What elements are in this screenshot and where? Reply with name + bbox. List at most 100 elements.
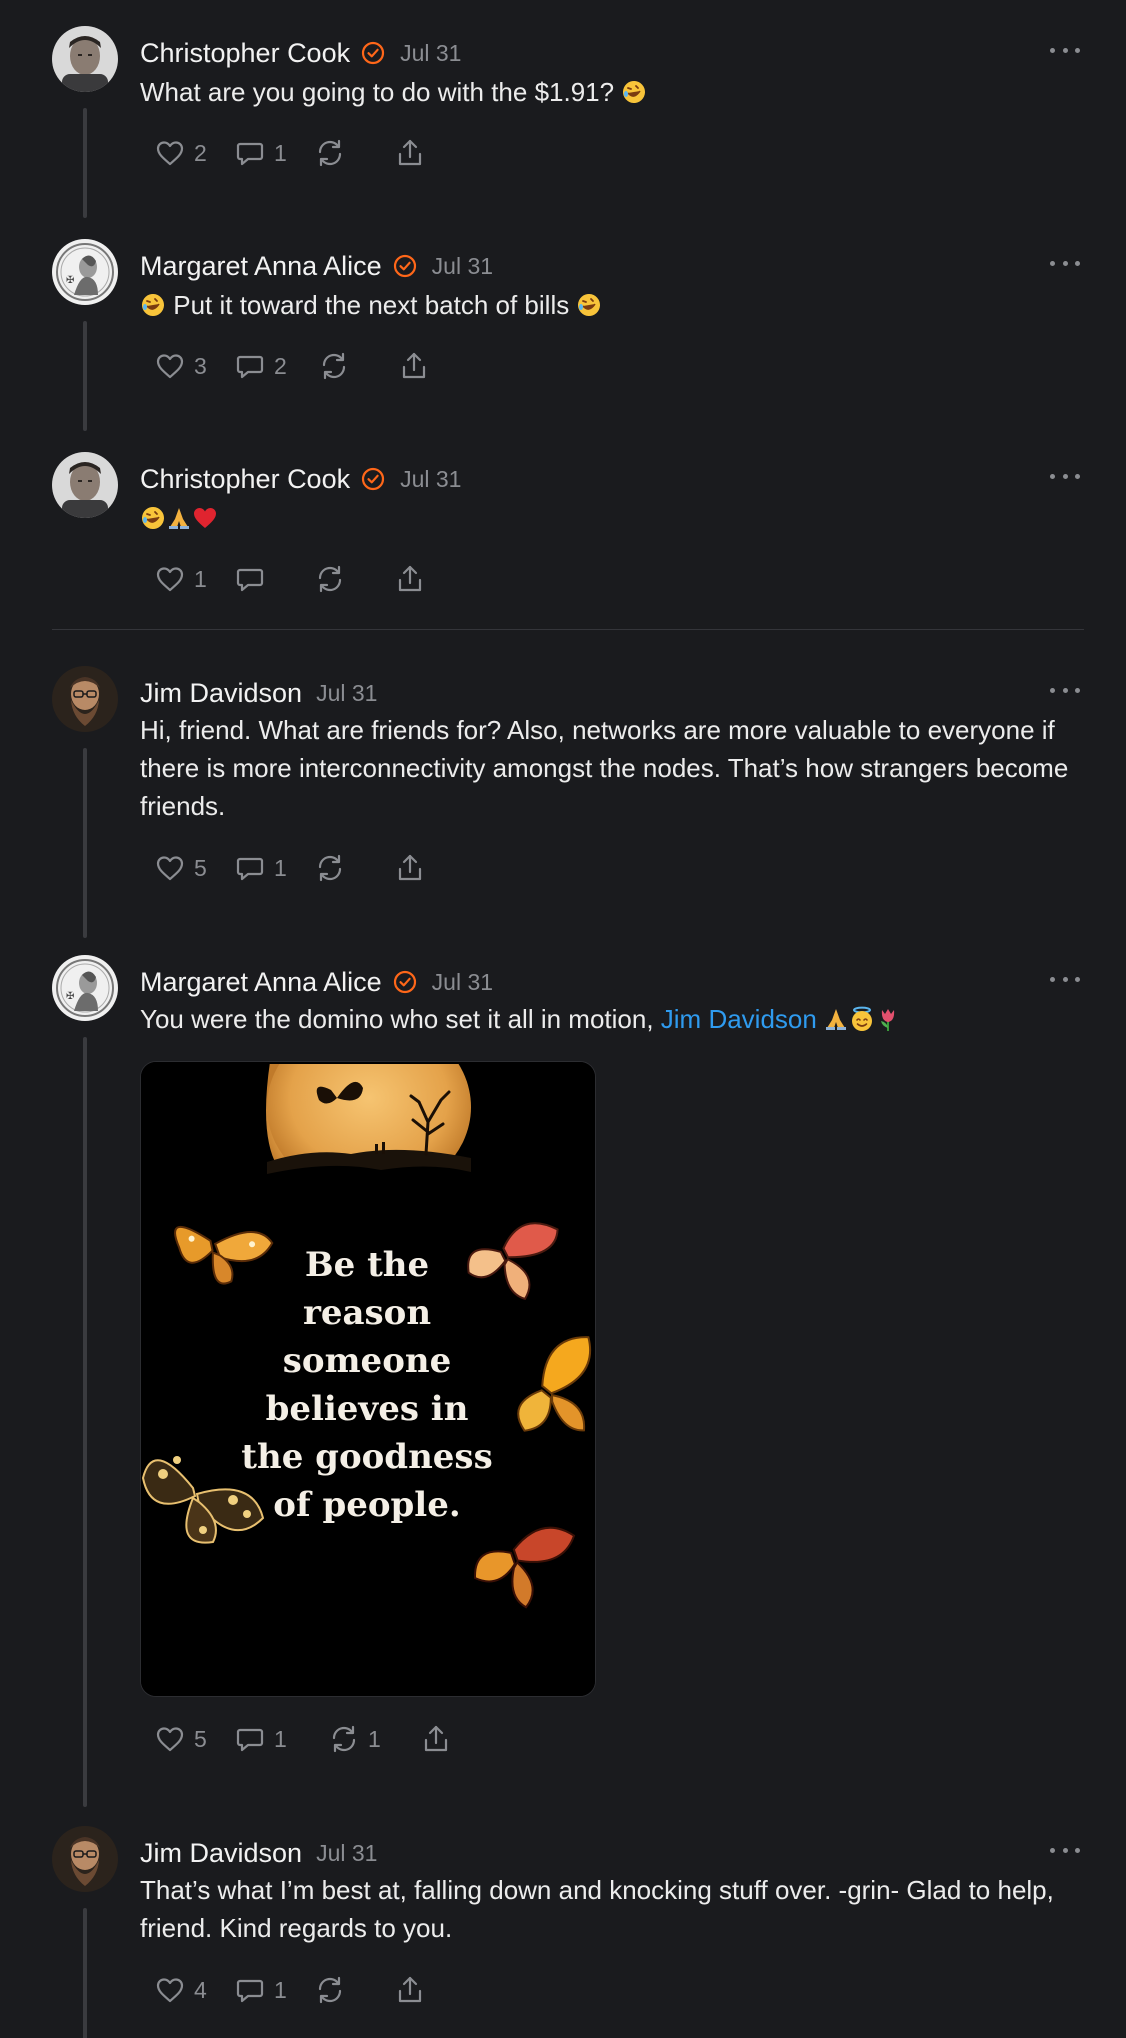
heart-icon [156, 567, 184, 592]
thread-line [83, 1037, 87, 1807]
share-button[interactable] [394, 1974, 426, 2006]
reply-button[interactable]: 1 [234, 1723, 328, 1755]
avatar-margaret-anna-alice[interactable]: ✠ [52, 955, 118, 1021]
reply-button[interactable]: 1 [234, 852, 314, 884]
heart-icon [156, 354, 184, 379]
comment-date[interactable]: Jul 31 [432, 253, 493, 280]
comment-header: Jim Davidson Jul 31 [140, 1836, 377, 1870]
restack-button[interactable] [314, 563, 394, 595]
author-name[interactable]: Margaret Anna Alice [140, 251, 382, 282]
verified-check-icon [361, 467, 385, 491]
share-icon [398, 139, 422, 166]
comment-bubble-icon [236, 1979, 264, 2003]
comment-date[interactable]: Jul 31 [316, 1840, 377, 1867]
restack-icon [318, 1976, 342, 2004]
tulip-emoji-icon [875, 1006, 901, 1032]
comment-date[interactable]: Jul 31 [400, 466, 461, 493]
like-button[interactable]: 5 [154, 1723, 234, 1755]
comment-actions: 5 1 1 [154, 1719, 452, 1759]
like-button[interactable]: 4 [154, 1974, 234, 2006]
more-options-icon[interactable] [1050, 470, 1080, 482]
user-mention-link[interactable]: Jim Davidson [661, 1004, 817, 1034]
restack-button[interactable] [314, 137, 394, 169]
comment-text: What are you going to do with the $1.91? [140, 77, 622, 107]
share-button[interactable] [394, 137, 426, 169]
comment-body: That’s what I’m best at, falling down an… [140, 1871, 1080, 1947]
comment-header: Jim Davidson Jul 31 [140, 676, 377, 710]
share-button[interactable] [394, 852, 426, 884]
avatar-christopher-cook[interactable] [52, 452, 118, 518]
share-button[interactable] [420, 1723, 452, 1755]
more-options-icon[interactable] [1050, 1844, 1080, 1856]
comment-date[interactable]: Jul 31 [432, 969, 493, 996]
reply-count: 1 [274, 139, 287, 166]
avatar-jim-davidson[interactable] [52, 1826, 118, 1892]
author-name[interactable]: Jim Davidson [140, 678, 302, 709]
comment-bubble-icon [236, 355, 264, 379]
restack-button[interactable]: 1 [328, 1723, 420, 1755]
quote-line: reason [303, 1293, 431, 1333]
like-button[interactable]: 2 [154, 137, 234, 169]
comment-body: What are you going to do with the $1.91? [140, 73, 1080, 111]
comment-bubble-icon [236, 568, 264, 592]
reply-count: 1 [274, 1725, 287, 1752]
avatar-jim-davidson[interactable] [52, 666, 118, 732]
comment-bubble-icon [236, 857, 264, 881]
more-options-icon[interactable] [1050, 44, 1080, 56]
comment-date[interactable]: Jul 31 [316, 680, 377, 707]
folded-hands-emoji-icon [166, 505, 192, 531]
quote-image[interactable]: Be the reason someone believes in the go… [140, 1061, 596, 1697]
quote-line: the goodness [241, 1437, 492, 1477]
share-button[interactable] [394, 563, 426, 595]
reply-count: 1 [274, 854, 287, 881]
reply-button[interactable]: 2 [234, 350, 318, 382]
more-options-icon[interactable] [1050, 257, 1080, 269]
avatar-christopher-cook[interactable] [52, 26, 118, 92]
like-button[interactable]: 3 [154, 350, 234, 382]
like-button[interactable]: 5 [154, 852, 234, 884]
share-button[interactable] [398, 350, 430, 382]
comment-text: Hi, friend. What are friends for? Also, … [140, 715, 1069, 821]
halo-face-emoji-icon [849, 1006, 875, 1032]
like-button[interactable]: 1 [154, 563, 234, 595]
comment-header: Margaret Anna Alice Jul 31 [140, 249, 493, 283]
rofl-emoji-icon [576, 292, 602, 318]
restack-button[interactable] [318, 350, 398, 382]
like-count: 1 [194, 565, 207, 592]
more-options-icon[interactable] [1050, 973, 1080, 985]
author-name[interactable]: Christopher Cook [140, 464, 350, 495]
restack-icon [318, 565, 342, 593]
rofl-emoji-icon [621, 79, 647, 105]
reply-button[interactable] [234, 563, 314, 595]
restack-icon [322, 352, 346, 380]
comment-header: Christopher Cook Jul 31 [140, 36, 461, 70]
comment-actions: 3 2 [154, 346, 430, 386]
comment-date[interactable]: Jul 31 [400, 40, 461, 67]
svg-text:✠: ✠ [66, 275, 74, 286]
quote-line: of people. [273, 1485, 460, 1525]
more-options-icon[interactable] [1050, 684, 1080, 696]
reply-button[interactable]: 1 [234, 137, 314, 169]
like-count: 5 [194, 1725, 207, 1752]
reply-button[interactable]: 1 [234, 1974, 314, 2006]
avatar-margaret-anna-alice[interactable]: ✠ [52, 239, 118, 305]
restack-button[interactable] [314, 1974, 394, 2006]
share-icon [402, 352, 426, 379]
verified-check-icon [393, 254, 416, 278]
restack-button[interactable] [314, 852, 394, 884]
quote-line: someone [283, 1341, 451, 1381]
share-icon [424, 1725, 448, 1752]
author-name[interactable]: Christopher Cook [140, 38, 350, 69]
svg-text:✠: ✠ [66, 991, 74, 1002]
quote-line: Be the [305, 1245, 429, 1285]
thread-divider [52, 629, 1084, 630]
comment-text: You were the domino who set it all in mo… [140, 1004, 661, 1034]
author-name[interactable]: Jim Davidson [140, 1838, 302, 1869]
restack-icon [332, 1725, 356, 1753]
folded-hands-emoji-icon [823, 1006, 849, 1032]
restack-count: 1 [368, 1725, 381, 1752]
restack-icon [318, 139, 342, 167]
quote-line: believes in [266, 1389, 469, 1429]
share-icon [398, 1976, 422, 2003]
author-name[interactable]: Margaret Anna Alice [140, 967, 382, 998]
